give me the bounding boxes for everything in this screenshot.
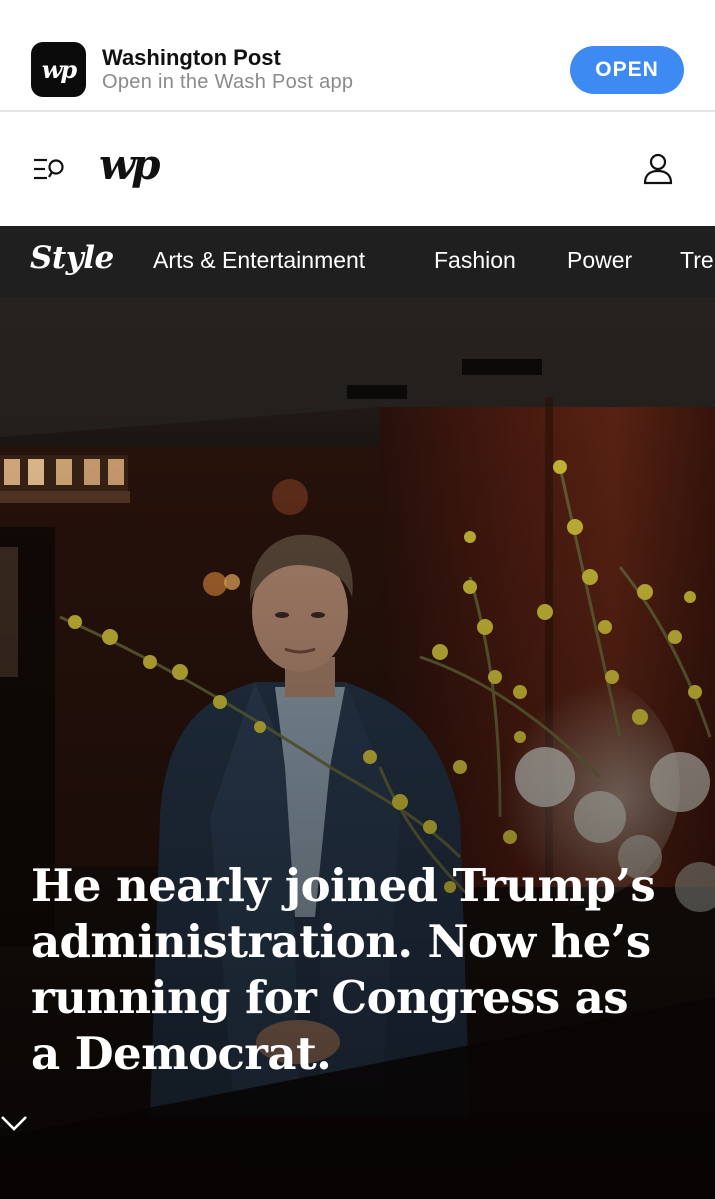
nav-item-fashion[interactable]: Fashion — [434, 247, 516, 274]
section-nav: Style Arts & Entertainment Fashion Power… — [0, 226, 715, 297]
app-name: Washington Post — [102, 45, 281, 70]
open-app-button[interactable]: OPEN — [570, 46, 684, 94]
hero-section[interactable]: He nearly joined Trump’s administration.… — [0, 297, 715, 1199]
nav-item-power[interactable]: Power — [567, 247, 632, 274]
headline[interactable]: He nearly joined Trump’s administration.… — [31, 858, 671, 1082]
account-icon[interactable] — [643, 153, 673, 185]
menu-search-icon[interactable] — [33, 157, 67, 183]
wp-app-icon[interactable]: wp — [31, 42, 86, 97]
wp-logo[interactable]: wp — [99, 144, 160, 186]
site-header: wp — [0, 112, 715, 226]
nav-item-tre[interactable]: Tre — [680, 247, 714, 274]
section-title-style[interactable]: Style — [30, 240, 114, 276]
app-install-banner: wp Washington Post Open in the Wash Post… — [0, 0, 715, 112]
app-icon-text: wp — [41, 55, 77, 84]
nav-item-arts-entertainment[interactable]: Arts & Entertainment — [153, 247, 365, 274]
chevron-down-icon[interactable] — [0, 1114, 28, 1132]
app-subtitle: Open in the Wash Post app — [102, 71, 354, 93]
